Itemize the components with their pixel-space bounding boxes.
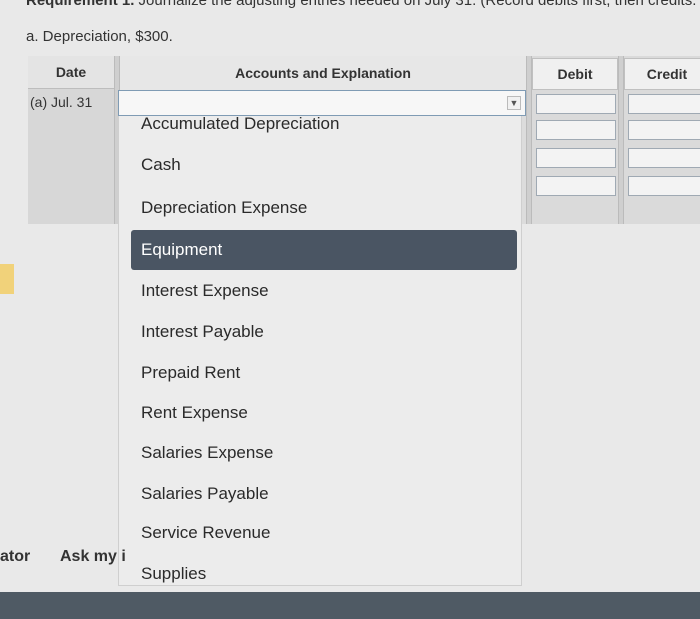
credit-input-4[interactable]: [628, 176, 700, 196]
requirement-text: Requirement 1. Journalize the adjusting …: [26, 0, 700, 9]
credit-input-2[interactable]: [628, 120, 700, 140]
question-subtitle: a. Depreciation, $300.: [26, 28, 173, 45]
debit-column: Debit: [532, 56, 618, 224]
account-dropdown-list: Accumulated Depreciation Cash Depreciati…: [118, 114, 522, 586]
dropdown-option[interactable]: Salaries Payable: [131, 474, 517, 514]
debit-input-4[interactable]: [536, 176, 616, 196]
dropdown-option[interactable]: Accumulated Depreciation: [131, 104, 517, 144]
accounts-header: Accounts and Explanation: [120, 56, 526, 91]
credit-header: Credit: [624, 58, 700, 90]
credit-input-3[interactable]: [628, 148, 700, 168]
debit-input-3[interactable]: [536, 148, 616, 168]
dropdown-option[interactable]: Depreciation Expense: [131, 188, 517, 228]
credit-column: Credit: [624, 56, 700, 224]
date-column: Date (a) Jul. 31: [28, 56, 115, 224]
bottom-bar: [0, 592, 700, 619]
dropdown-option[interactable]: Supplies: [131, 554, 517, 594]
dropdown-option[interactable]: Prepaid Rent: [131, 353, 517, 393]
debit-input-2[interactable]: [536, 120, 616, 140]
dropdown-option[interactable]: Cash: [131, 145, 517, 185]
debit-input-1[interactable]: [536, 94, 616, 114]
dropdown-option[interactable]: Salaries Expense: [131, 433, 517, 473]
dropdown-option[interactable]: Interest Payable: [131, 312, 517, 352]
calculator-link[interactable]: ator: [0, 548, 30, 566]
side-tab[interactable]: [0, 264, 14, 294]
dropdown-option[interactable]: Rent Expense: [131, 393, 517, 433]
requirement-label: Requirement 1.: [26, 0, 135, 9]
credit-input-1[interactable]: [628, 94, 700, 114]
dropdown-option-highlighted[interactable]: Equipment: [131, 230, 517, 270]
debit-header: Debit: [532, 58, 618, 90]
requirement-instructions: Journalize the adjusting entries needed …: [134, 0, 700, 9]
dropdown-option[interactable]: Service Revenue: [131, 513, 517, 553]
date-value: (a) Jul. 31: [30, 94, 93, 110]
date-header: Date: [28, 56, 114, 89]
ask-instructor-link[interactable]: Ask my i: [60, 548, 126, 566]
dropdown-option[interactable]: Interest Expense: [131, 271, 517, 311]
